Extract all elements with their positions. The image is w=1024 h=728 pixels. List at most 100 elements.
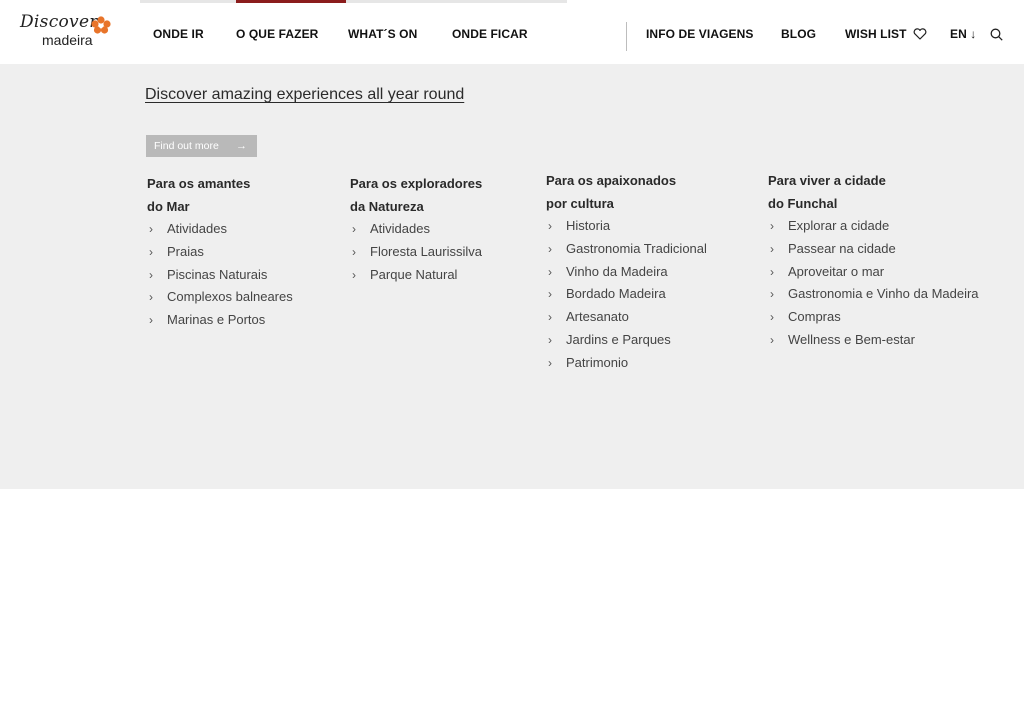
chevron-right-icon: ›	[149, 267, 153, 282]
list-item-label: Floresta Laurissilva	[370, 243, 482, 259]
nav-onde-ficar[interactable]: ONDE FICAR	[452, 27, 528, 41]
search-icon[interactable]	[990, 28, 1003, 41]
list-item[interactable]: › Gastronomia Tradicional	[546, 238, 707, 261]
list-item[interactable]: › Compras	[768, 306, 979, 329]
list-item-label: Marinas e Portos	[167, 312, 266, 328]
column-heading-line1: Para os apaixonados	[546, 173, 677, 188]
column-links: › Historia › Gastronomia Tradicional › Vinh…	[546, 215, 707, 375]
list-item-label: Complexos balneares	[167, 289, 293, 305]
list-item-label: Atividades	[167, 221, 227, 236]
arrow-right-icon: →	[236, 140, 247, 152]
list-item[interactable]: › Parque Natural	[350, 264, 482, 287]
nav-divider	[626, 22, 627, 51]
chevron-right-icon: ›	[149, 244, 153, 259]
find-out-more-button[interactable]: Find out more →	[146, 135, 257, 157]
list-item[interactable]: › Praias	[147, 241, 293, 264]
top-navigation-bar: Discover madeira ONDE IR O QUE FAZER WHA…	[0, 0, 1024, 64]
wish-list-label: WISH LIST	[845, 27, 907, 41]
menu-column-cultura: Para os apaixonados por cultura › Histori…	[546, 169, 707, 375]
list-item-label: Passear na cidade	[788, 240, 896, 256]
list-item-label: Wellness e Bem-estar	[788, 331, 915, 347]
column-heading-line2: da Natureza	[350, 199, 424, 214]
list-item[interactable]: › Vinho da Madeira	[546, 261, 707, 284]
list-item[interactable]: › Explorar a cidade	[768, 215, 979, 238]
chevron-right-icon: ›	[548, 264, 552, 279]
chevron-right-icon: ›	[548, 355, 552, 370]
nav-indicator-active	[236, 0, 346, 3]
list-item[interactable]: › Atividades	[350, 218, 482, 241]
logo-sub-text: madeira	[42, 32, 93, 48]
chevron-right-icon: ›	[352, 222, 356, 236]
list-item-label: Aproveitar o mar	[788, 263, 885, 279]
list-item[interactable]: › Jardins e Parques	[546, 329, 707, 352]
list-item-label: Vinho da Madeira	[566, 263, 668, 279]
chevron-right-icon: ›	[149, 290, 153, 305]
menu-column-mar: Para os amantes do Mar › Atividades › Prai…	[147, 172, 293, 332]
chevron-right-icon: ›	[548, 287, 552, 302]
list-item-label: Artesanato	[566, 309, 629, 325]
list-item-label: Atividades	[370, 221, 430, 236]
list-item[interactable]: › Passear na cidade	[768, 238, 979, 261]
list-item-label: Gastronomia e Vinho da Madeira	[788, 286, 979, 302]
language-selector[interactable]: EN ↓	[950, 27, 976, 41]
list-item[interactable]: › Piscinas Naturais	[147, 264, 293, 287]
nav-o-que-fazer[interactable]: O QUE FAZER	[236, 27, 318, 41]
nav-blog[interactable]: BLOG	[781, 27, 816, 41]
flower-logo-icon	[91, 16, 111, 34]
column-heading-line2: do Mar	[147, 199, 190, 214]
column-links: › Atividades › Floresta Laurissilva › Parqu…	[350, 218, 482, 286]
list-item[interactable]: › Artesanato	[546, 306, 707, 329]
list-item[interactable]: › Gastronomia e Vinho da Madeira	[768, 283, 979, 306]
chevron-right-icon: ›	[548, 332, 552, 347]
menu-column-funchal: Para viver a cidade do Funchal › Explorar…	[768, 169, 979, 352]
nav-wish-list[interactable]: WISH LIST	[845, 27, 927, 41]
chevron-right-icon: ›	[770, 241, 774, 256]
list-item[interactable]: › Atividades	[147, 218, 293, 241]
list-item[interactable]: › Complexos balneares	[147, 286, 293, 309]
list-item-label: Jardins e Parques	[566, 331, 671, 347]
column-links: › Explorar a cidade › Passear na cidade › A…	[768, 215, 979, 352]
column-heading-line1: Para viver a cidade	[768, 173, 886, 188]
column-heading-line2: por cultura	[546, 196, 614, 211]
chevron-right-icon: ›	[352, 244, 356, 259]
chevron-right-icon: ›	[548, 241, 552, 256]
nav-indicator-track	[140, 0, 567, 3]
chevron-right-icon: ›	[149, 313, 153, 328]
chevron-right-icon: ›	[770, 219, 774, 233]
list-item[interactable]: › Floresta Laurissilva	[350, 241, 482, 264]
list-item-label: Compras	[788, 309, 841, 325]
chevron-right-icon: ›	[548, 310, 552, 325]
column-links: › Atividades › Praias › Piscinas Naturais ›…	[147, 218, 293, 332]
list-item-label: Patrimonio	[566, 354, 629, 370]
heart-outline-icon	[913, 28, 927, 40]
chevron-right-icon: ›	[770, 310, 774, 325]
chevron-right-icon: ›	[352, 267, 356, 282]
list-item[interactable]: › Marinas e Portos	[147, 309, 293, 332]
list-item[interactable]: › Wellness e Bem-estar	[768, 329, 979, 352]
list-item-label: Explorar a cidade	[788, 218, 890, 233]
list-item[interactable]: › Bordado Madeira	[546, 283, 707, 306]
list-item-label: Parque Natural	[370, 266, 458, 282]
chevron-right-icon: ›	[770, 332, 774, 347]
chevron-right-icon: ›	[149, 222, 153, 236]
column-heading-line2: do Funchal	[768, 196, 838, 211]
chevron-right-icon: ›	[548, 219, 552, 233]
list-item-label: Gastronomia Tradicional	[566, 240, 707, 256]
list-item[interactable]: › Patrimonio	[546, 352, 707, 375]
list-item-label: Praias	[167, 243, 204, 259]
nav-onde-ir[interactable]: ONDE IR	[153, 27, 204, 41]
list-item[interactable]: › Historia	[546, 215, 707, 238]
nav-whats-on[interactable]: WHAT´S ON	[348, 27, 417, 41]
promo-title-link[interactable]: Discover amazing experiences all year ro…	[145, 86, 464, 104]
discover-madeira-logo[interactable]: Discover madeira	[18, 12, 118, 52]
list-item[interactable]: › Aproveitar o mar	[768, 261, 979, 284]
chevron-right-icon: ›	[770, 287, 774, 302]
menu-column-natureza: Para os exploradores da Natureza › Ativid…	[350, 172, 482, 286]
list-item-label: Bordado Madeira	[566, 286, 666, 302]
logo-script-text: Discover	[20, 12, 98, 32]
column-heading-line1: Para os exploradores	[350, 176, 483, 191]
list-item-label: Piscinas Naturais	[167, 266, 268, 282]
list-item-label: Historia	[566, 218, 611, 233]
column-heading-line1: Para os amantes	[147, 176, 251, 191]
nav-info-de-viagens[interactable]: INFO DE VIAGENS	[646, 27, 754, 41]
